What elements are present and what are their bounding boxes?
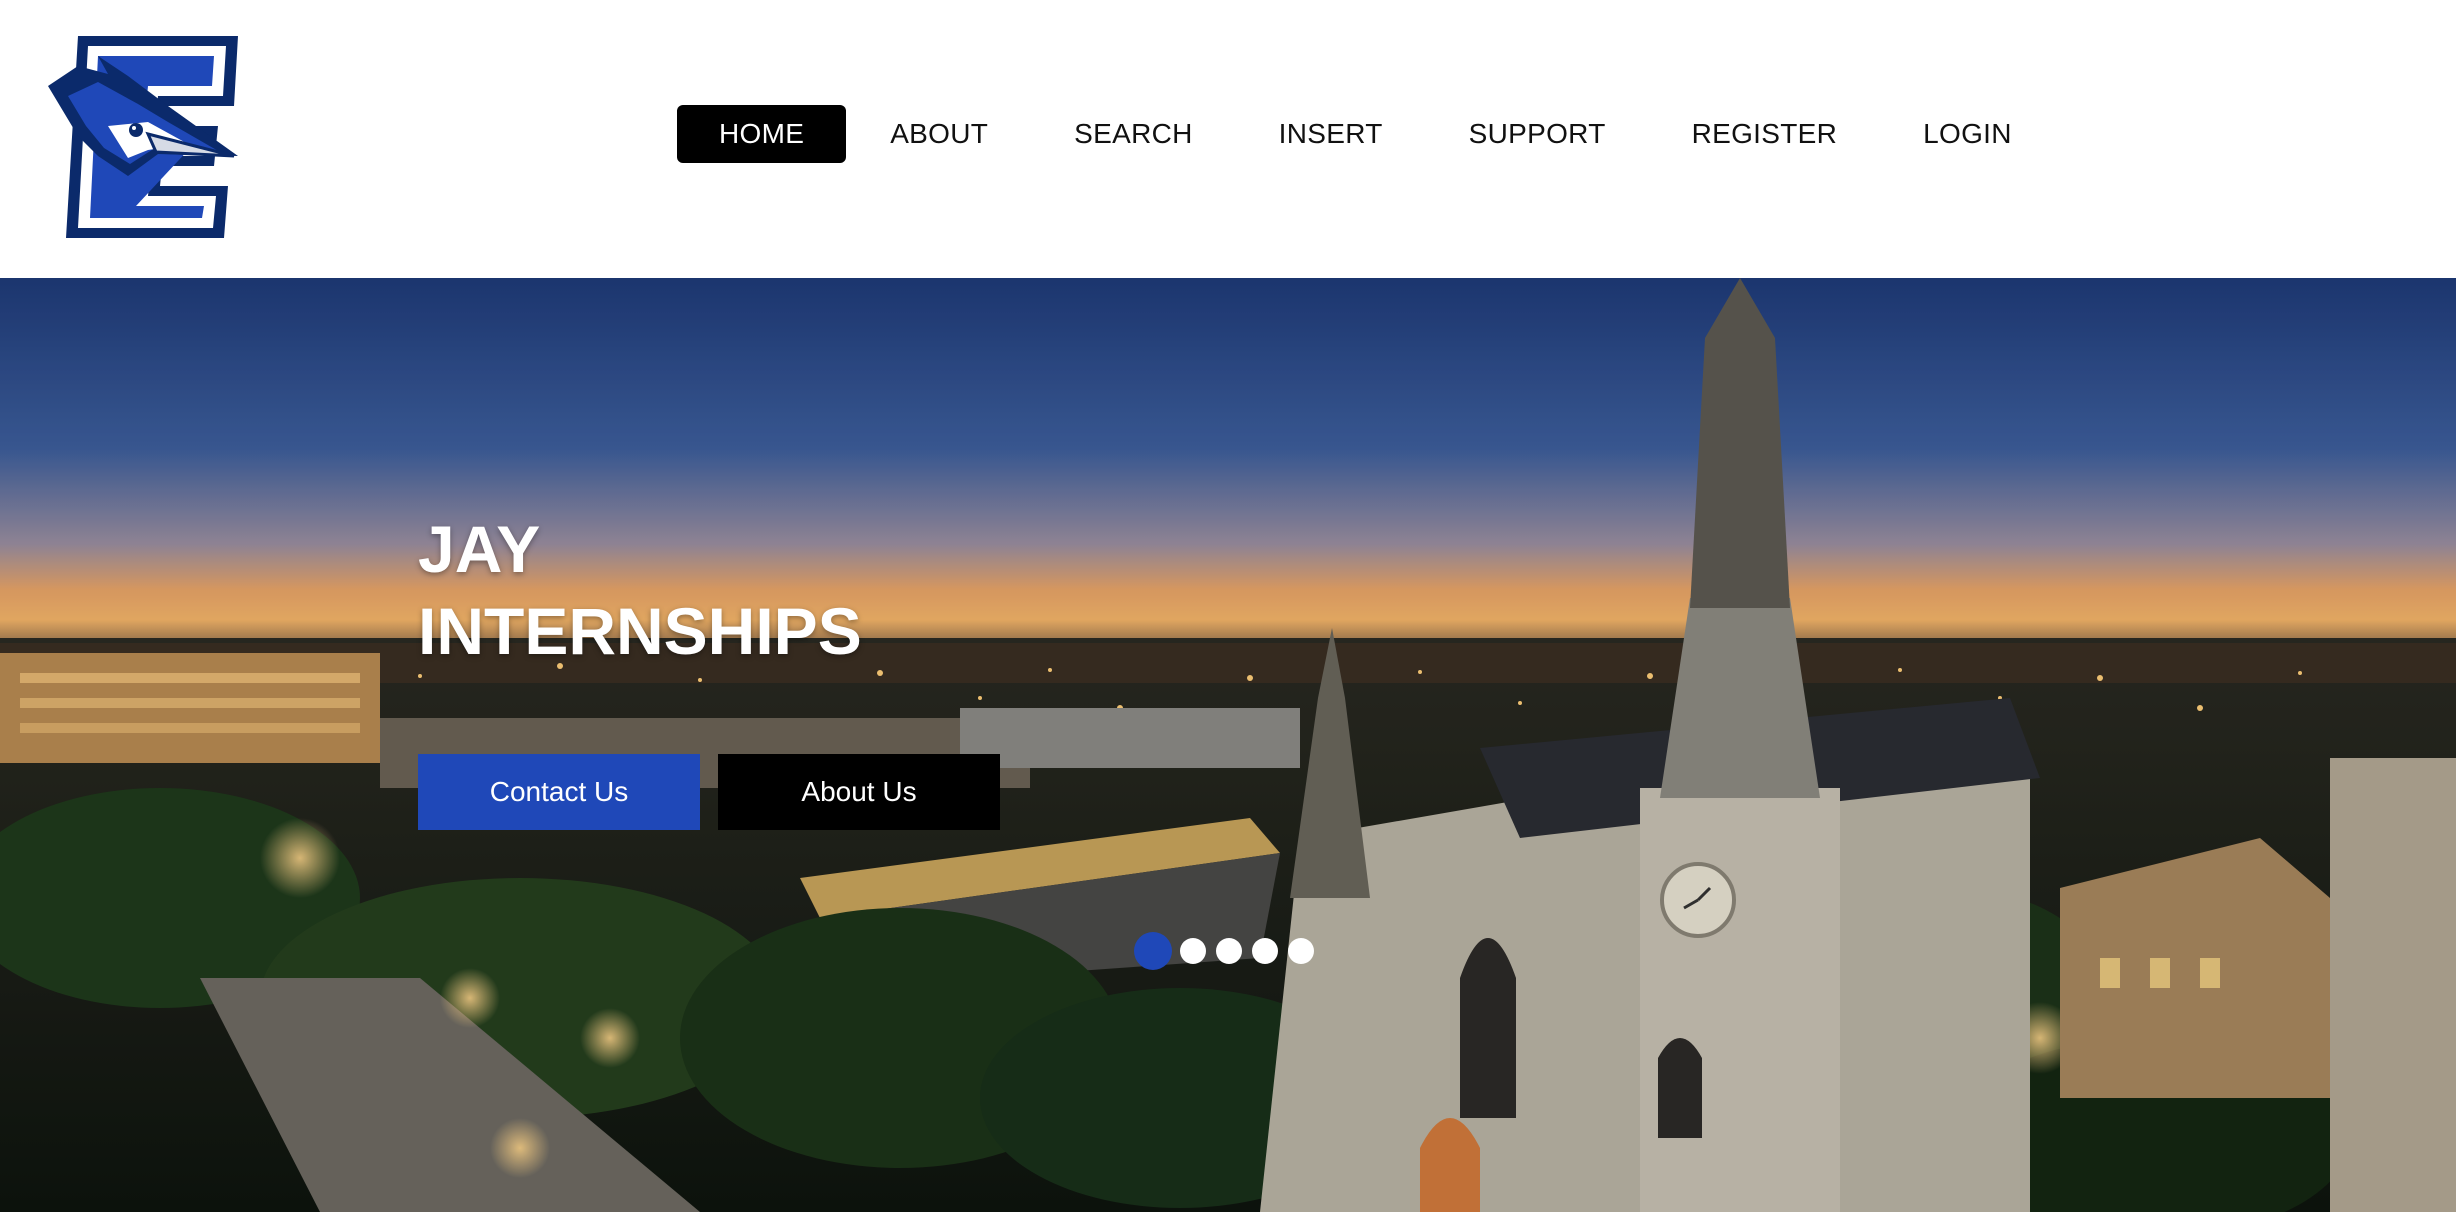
about-us-button[interactable]: About Us <box>718 754 1000 830</box>
site-header: HOME ABOUT SEARCH INSERT SUPPORT REGISTE… <box>0 0 2456 278</box>
hero-title-line2: INTERNSHIPS <box>418 594 862 668</box>
nav-login[interactable]: LOGIN <box>1881 105 2054 163</box>
hero-buttons: Contact Us About Us <box>418 754 1000 830</box>
slider-dot-1[interactable] <box>1134 932 1172 970</box>
slider-dot-2[interactable] <box>1180 938 1206 964</box>
slider-dots <box>1134 932 1324 970</box>
nav-support[interactable]: SUPPORT <box>1427 105 1648 163</box>
hero-banner: JAY INTERNSHIPS Contact Us About Us <box>0 278 2456 1212</box>
main-nav: HOME ABOUT SEARCH INSERT SUPPORT REGISTE… <box>677 105 2056 163</box>
nav-insert[interactable]: INSERT <box>1237 105 1425 163</box>
hero-title-line1: JAY <box>418 512 541 586</box>
nav-search[interactable]: SEARCH <box>1032 105 1235 163</box>
slider-dot-3[interactable] <box>1216 938 1242 964</box>
contact-us-button[interactable]: Contact Us <box>418 754 700 830</box>
slider-dot-4[interactable] <box>1252 938 1278 964</box>
campus-night-photo <box>0 278 2456 1212</box>
hero-title: JAY INTERNSHIPS <box>418 508 862 672</box>
bluejay-logo-icon[interactable] <box>38 26 254 242</box>
nav-about[interactable]: ABOUT <box>848 105 1030 163</box>
nav-home[interactable]: HOME <box>677 105 847 163</box>
slider-dot-5[interactable] <box>1288 938 1314 964</box>
nav-register[interactable]: REGISTER <box>1650 105 1880 163</box>
